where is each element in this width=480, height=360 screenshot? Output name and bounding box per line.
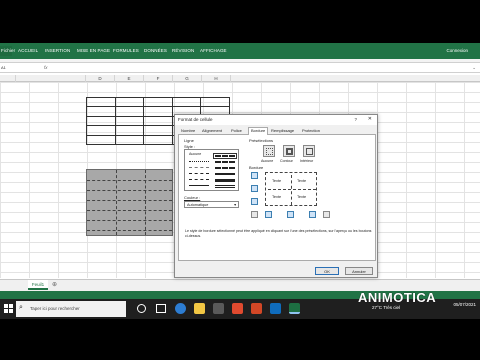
dialog-title: Format de cellule	[178, 117, 213, 122]
color-label: Couleur :	[184, 195, 201, 200]
preset-none-label: Aucune	[261, 159, 274, 163]
dialog-tabs: Nombre Alignement Police Bordure Remplis…	[178, 127, 376, 135]
preview-text-1: Texte	[272, 179, 282, 183]
cancel-button[interactable]: Annuler	[345, 267, 373, 275]
tab-page-layout[interactable]: MISE EN PAGE	[77, 48, 110, 53]
ok-button[interactable]: OK	[315, 267, 339, 275]
border-middle-button[interactable]	[251, 185, 258, 192]
column-header-d[interactable]: D	[86, 75, 115, 82]
tab-data[interactable]: DONNÉES	[144, 48, 167, 53]
column-header-h[interactable]: H	[202, 75, 231, 82]
word-icon[interactable]	[270, 303, 281, 314]
taskbar-search-input[interactable]: ⌕ Taper ici pour rechercher	[16, 301, 126, 317]
format-cells-dialog: Format de cellule ? ✕ Nombre Alignement …	[174, 114, 378, 278]
name-box[interactable]: A1	[0, 65, 40, 72]
border-right-button[interactable]	[309, 211, 316, 218]
style-double[interactable]	[215, 185, 235, 188]
column-header-e[interactable]: E	[115, 75, 144, 82]
fx-icon[interactable]: fx	[44, 65, 48, 70]
preset-inside-button[interactable]	[303, 145, 315, 157]
column-headers: D E F G H	[0, 75, 480, 82]
help-icon[interactable]: ?	[354, 117, 357, 122]
search-placeholder: Taper ici pour rechercher	[30, 306, 80, 311]
select-all-corner[interactable]	[0, 75, 16, 82]
tab-formulas[interactable]: FORMULES	[113, 48, 139, 53]
border-center-button[interactable]	[287, 211, 294, 218]
tab-home[interactable]: ACCUEIL	[18, 48, 38, 53]
powerpoint-icon[interactable]	[251, 303, 262, 314]
chevron-down-icon[interactable]: ⌄	[472, 65, 476, 71]
column-header-blank[interactable]	[16, 75, 86, 82]
ribbon-tabs: Fichier ACCUEIL INSERTION MISE EN PAGE F…	[0, 43, 480, 59]
signin-link[interactable]: Connexion	[446, 48, 468, 53]
edge-icon[interactable]	[175, 303, 186, 314]
tab-insert[interactable]: INSERTION	[45, 48, 70, 53]
color-value: Automatique	[187, 203, 209, 207]
formula-bar: A1 fx ⌄	[0, 64, 480, 73]
style-medium[interactable]	[215, 173, 235, 175]
border-bottom-button[interactable]	[251, 198, 258, 205]
preview-text-2: Texte	[297, 179, 307, 183]
excel-icon[interactable]	[289, 303, 300, 314]
column-header-f[interactable]: F	[144, 75, 173, 82]
presets-label: Présélections	[249, 138, 274, 143]
style-hair[interactable]	[189, 167, 209, 168]
add-sheet-icon[interactable]: ⊕	[52, 281, 57, 288]
border-preview[interactable]: Texte Texte Texte Texte	[265, 172, 317, 206]
border-left-button[interactable]	[265, 211, 272, 218]
store-icon[interactable]	[213, 303, 224, 314]
style-medium-dash-dot[interactable]	[215, 161, 235, 163]
screen: Fichier ACCUEIL INSERTION MISE EN PAGE F…	[0, 0, 480, 360]
style-dotted[interactable]	[189, 161, 209, 162]
border-diagonal-up-button[interactable]	[251, 211, 258, 218]
preset-inside-label: Intérieur	[300, 159, 314, 163]
tab-view[interactable]: AFFICHAGE	[200, 48, 227, 53]
preview-text-3: Texte	[272, 195, 282, 199]
close-icon[interactable]: ✕	[368, 116, 372, 122]
style-thick[interactable]	[215, 179, 235, 182]
border-top-button[interactable]	[251, 172, 258, 179]
border-description: Le style de bordure sélectionné peut êtr…	[185, 229, 372, 238]
office-icon[interactable]	[232, 303, 243, 314]
color-dropdown[interactable]: Automatique ▾	[184, 201, 239, 208]
file-explorer-icon[interactable]	[194, 303, 205, 314]
tab-protection[interactable]: Protection	[302, 128, 320, 133]
border-label: Bordure	[249, 165, 264, 170]
watermark-logo: ANIMOTICA	[358, 290, 437, 305]
tab-font[interactable]: Police	[231, 128, 242, 133]
none-style-option[interactable]: Aucune	[189, 152, 201, 156]
style-medium-dash-selected[interactable]	[213, 153, 237, 159]
search-icon: ⌕	[19, 304, 23, 311]
line-style-list[interactable]: Aucune	[184, 149, 239, 191]
style-thin[interactable]	[189, 185, 209, 186]
tab-review[interactable]: RÉVISION	[172, 48, 194, 53]
line-label: Ligne	[184, 138, 194, 143]
style-dash[interactable]	[189, 179, 209, 180]
preset-outline-label: Contour	[280, 159, 293, 163]
style-dash-dot[interactable]	[189, 173, 209, 174]
column-header-g[interactable]: G	[173, 75, 202, 82]
dialog-titlebar: Format de cellule ? ✕	[175, 115, 377, 125]
windows-start-icon[interactable]	[4, 304, 13, 313]
style-medium-dash[interactable]	[215, 167, 235, 169]
selected-range[interactable]	[86, 169, 173, 236]
weather-widget[interactable]: 27°C Très ciel	[372, 305, 400, 310]
preset-none-button[interactable]	[263, 145, 275, 157]
preview-text-4: Texte	[297, 195, 307, 199]
task-view-icon[interactable]	[156, 304, 166, 313]
tab-file[interactable]: Fichier	[0, 46, 15, 56]
tab-fill[interactable]: Remplissage	[271, 128, 294, 133]
clock-date: 05/07/2021	[453, 302, 476, 307]
ribbon-body	[0, 59, 480, 63]
tab-border[interactable]: Bordure	[248, 127, 269, 135]
dialog-body: Ligne Style : Aucune Couleur : Automatiq…	[178, 135, 376, 261]
tab-alignment[interactable]: Alignement	[202, 128, 222, 133]
border-diagonal-down-button[interactable]	[323, 211, 330, 218]
preset-outline-button[interactable]	[283, 145, 295, 157]
tab-number[interactable]: Nombre	[181, 128, 195, 133]
clock[interactable]: 05/07/2021	[453, 302, 476, 308]
chevron-down-icon: ▾	[234, 203, 236, 207]
cortana-icon[interactable]	[137, 304, 146, 313]
sheet-tab[interactable]: Feuil1	[28, 280, 48, 290]
